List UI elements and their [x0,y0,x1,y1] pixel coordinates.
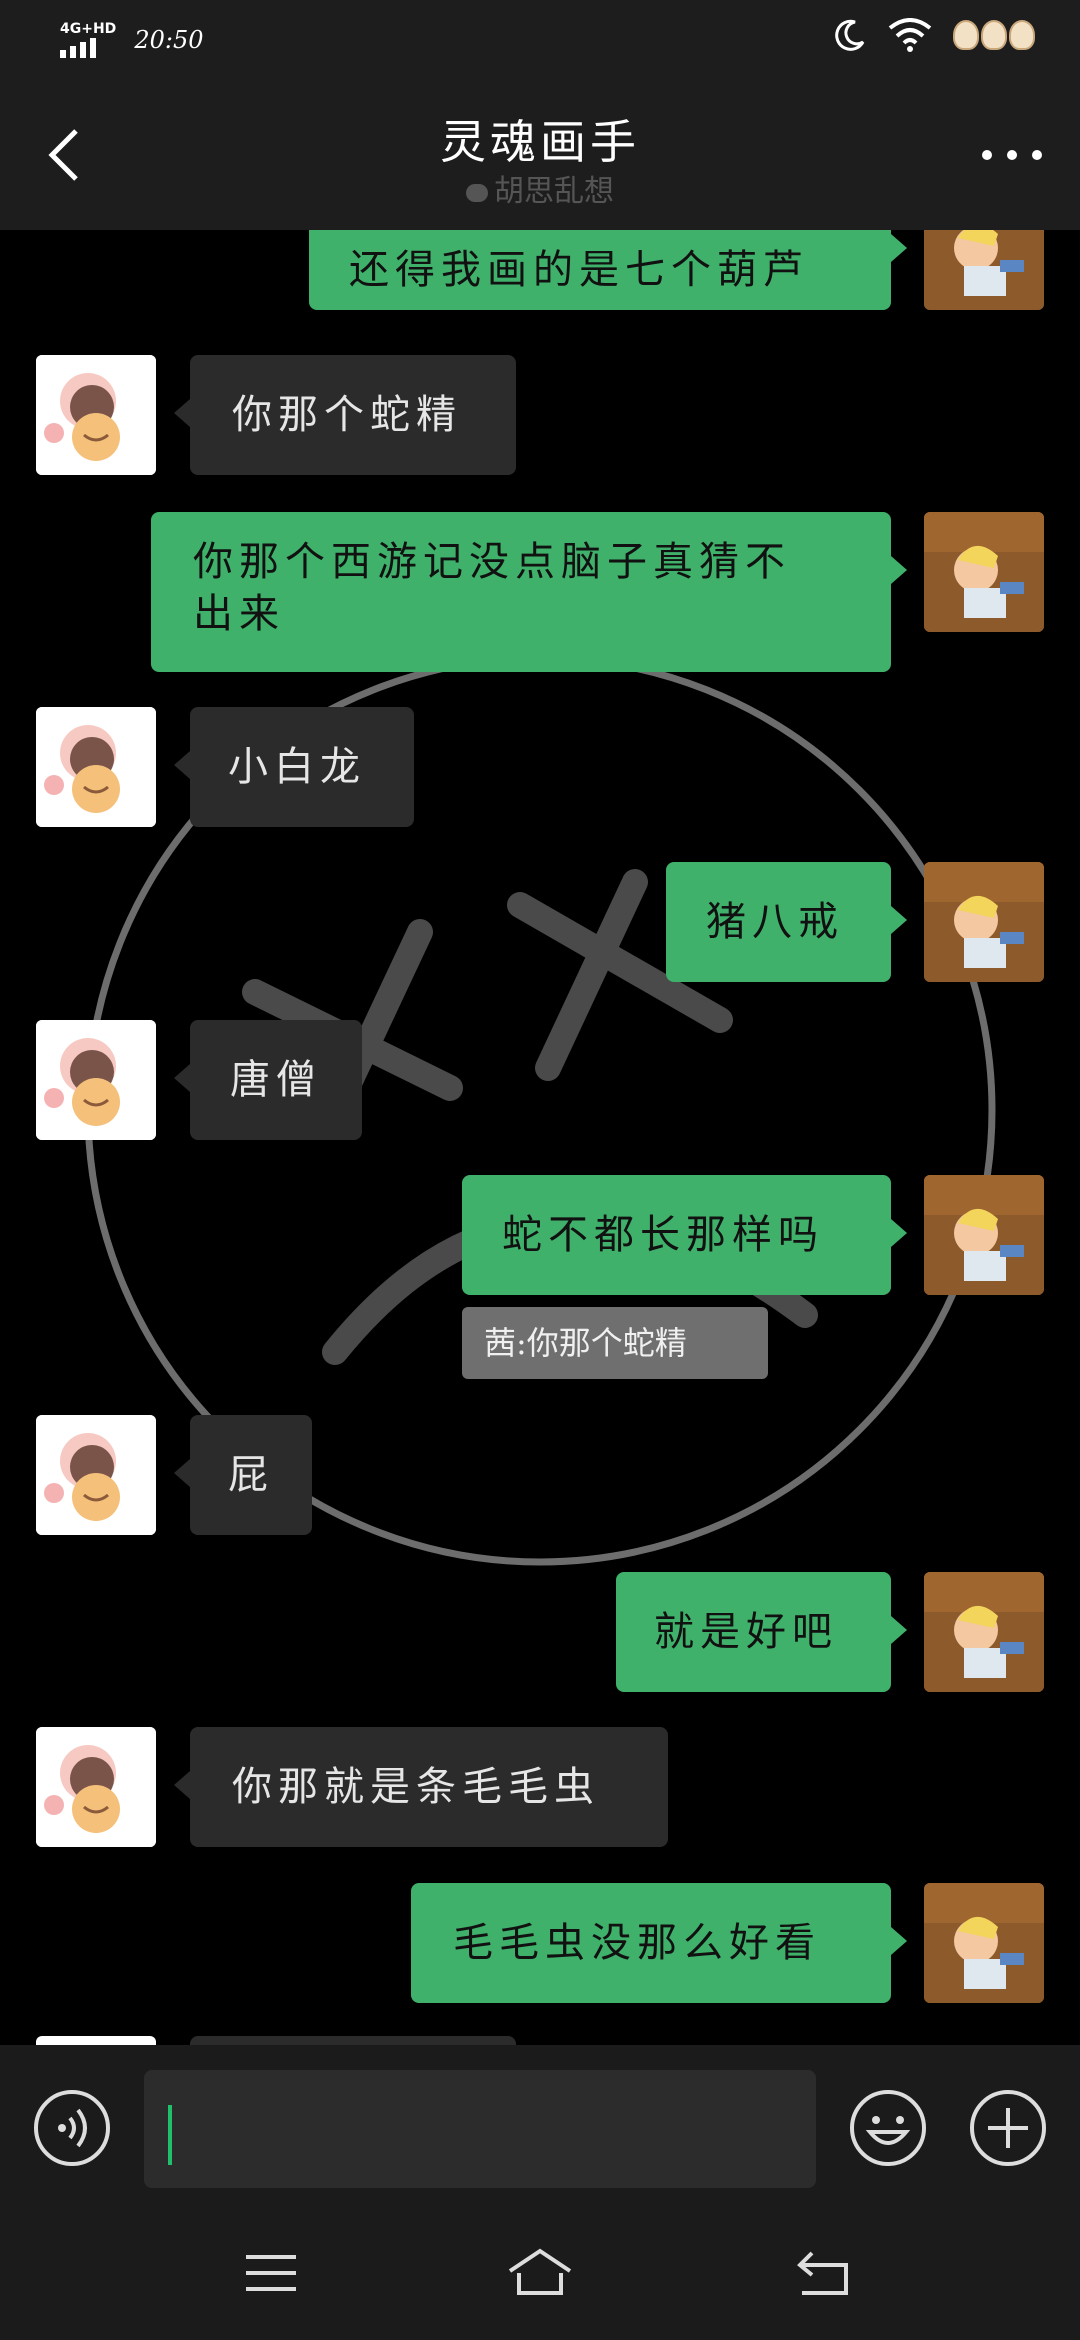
my-avatar[interactable] [924,1883,1044,2003]
message-text: 毛毛虫没那么好看 [453,1920,821,1966]
more-dots-icon[interactable] [982,140,1042,170]
received-bubble[interactable]: 你那个蛇精 [174,355,516,475]
status-bar: 4G+HD 20:50 [0,0,1080,80]
text-cursor [168,2105,172,2165]
sent-bubble[interactable]: 毛毛虫没那么好看 [411,1883,907,2003]
contact-avatar[interactable] [36,355,156,475]
message-text-line: 你那个西游记没点脑子真猜不 [193,539,791,585]
message-text: 小白龙 [228,744,366,790]
menu-icon[interactable] [236,2243,306,2303]
received-bubble[interactable]: 你那就是条毛毛虫 [174,1727,668,1847]
received-bubble[interactable]: 小白龙 [174,707,414,827]
status-right [833,18,1035,52]
received-bubble[interactable] [190,2036,516,2045]
message-input[interactable] [144,2070,816,2188]
contact-avatar[interactable] [36,1020,156,1140]
battery-icon [953,20,1035,50]
wifi-icon [888,18,932,52]
network-type: 4G+HD [60,21,117,37]
sent-bubble[interactable]: 你那个西游记没点脑子真猜不 出来 [151,512,907,672]
plus-icon[interactable] [968,2088,1048,2168]
my-avatar[interactable] [924,230,1044,310]
sent-bubble[interactable]: 蛇不都长那样吗 [462,1175,907,1295]
contact-avatar[interactable] [36,2036,156,2045]
sent-bubble[interactable]: 还得我画的是七个葫芦 [309,230,907,310]
emoji-icon[interactable] [848,2088,928,2168]
message-text: 猪八戒 [706,899,844,945]
received-bubble[interactable]: 屁 [174,1415,312,1535]
speech-bubble-icon [466,183,488,202]
chat-area[interactable]: 还得我画的是七个葫芦 你那个蛇精 你那个西游记没点脑子真猜不 出来 小白龙 猪八… [0,230,1080,2045]
status-left: 4G+HD 20:50 [60,22,203,58]
message-text: 唐僧 [230,1057,322,1103]
sent-bubble[interactable]: 猪八戒 [666,862,907,982]
signal-icon: 4G+HD [60,22,116,58]
contact-avatar[interactable] [36,1727,156,1847]
chat-title: 灵魂画手 [440,115,640,169]
navigation-bar [0,2213,1080,2340]
my-avatar[interactable] [924,1175,1044,1295]
subtitle-text: 胡思乱想 [494,174,614,209]
voice-icon[interactable] [32,2088,112,2168]
message-text: 还得我画的是七个葫芦 [349,247,809,293]
my-avatar[interactable] [924,512,1044,632]
input-bar [0,2045,1080,2213]
chat-header: 灵魂画手 胡思乱想 [0,80,1080,230]
my-avatar[interactable] [924,1572,1044,1692]
sent-bubble[interactable]: 就是好吧 [616,1572,907,1692]
message-text-line: 出来 [193,591,285,637]
my-avatar[interactable] [924,862,1044,982]
home-icon[interactable] [505,2243,575,2303]
contact-avatar[interactable] [36,707,156,827]
contact-avatar[interactable] [36,1415,156,1535]
clock: 20:50 [134,26,204,54]
message-text: 你那就是条毛毛虫 [232,1764,600,1810]
message-text: 屁 [228,1452,274,1498]
quoted-reply[interactable]: 茜:你那个蛇精 [462,1307,768,1379]
moon-icon [835,19,865,51]
back-arrow-icon[interactable] [790,2243,860,2303]
received-bubble[interactable]: 唐僧 [174,1020,362,1140]
message-text: 就是好吧 [654,1609,838,1655]
message-text: 蛇不都长那样吗 [502,1212,824,1258]
chat-subtitle: 胡思乱想 [0,166,1080,210]
message-text: 你那个蛇精 [232,392,462,438]
